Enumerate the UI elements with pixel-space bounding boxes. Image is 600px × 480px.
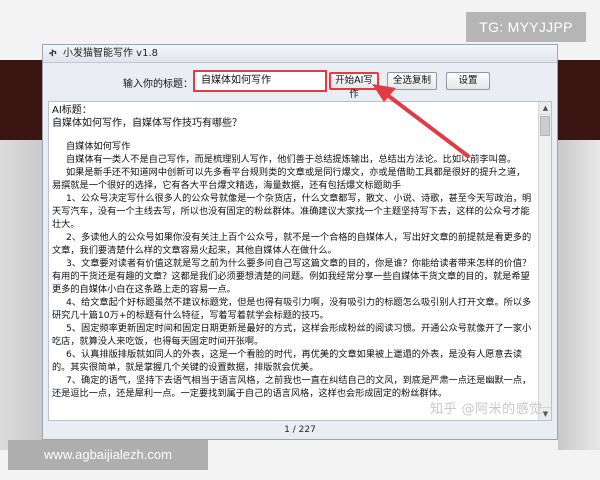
tg-tag-overlay: TG: MYYJJPP [466, 12, 586, 42]
article-paragraph: 5、固定频率更新固定时间和固定日期更新是最好的方式，这样会形成粉丝的阅读习惯。开… [52, 323, 532, 347]
article-editor[interactable]: AI标题： 自媒体如何写作，自媒体写作技巧有哪些？ 自媒体如何写作 自媒体有一类… [48, 101, 552, 421]
window-title: 小发猫智能写作 v1.8 [63, 48, 158, 59]
app-logo-icon: ኯ [49, 48, 57, 59]
toolbar: 输入你的标题： 自媒体如何写作 开始AI写作 全选复制 设置 [43, 63, 557, 101]
article-paragraph: 6、认真排版排版就如同人的外表，这是一个看脸的时代，再优美的文章如果被上邋遢的外… [52, 349, 523, 373]
settings-button[interactable]: 设置 [446, 72, 490, 90]
article-paragraph: 自媒体有一类人不是自己写作，而是梳理别人写作，他们善于总结提炼输出，总结出方法论… [66, 154, 517, 165]
ai-title-label: AI标题： [52, 105, 92, 116]
article-paragraph: 7、确定的语气，坚持下去语气相当于语言风格，之前我也一直在纠结自己的文风，到底是… [52, 375, 532, 399]
vertical-scrollbar[interactable]: ▲ ▼ [538, 102, 551, 420]
scroll-up-arrow-icon[interactable]: ▲ [539, 102, 551, 115]
article-content: AI标题： 自媒体如何写作，自媒体写作技巧有哪些？ 自媒体如何写作 自媒体有一类… [52, 104, 532, 418]
zhihu-watermark: 知乎 @阿米的感觉 [430, 402, 543, 417]
start-ai-writing-button[interactable]: 开始AI写作 [329, 72, 379, 100]
frame-right-edge [558, 60, 600, 450]
scrollbar-thumb[interactable] [540, 116, 550, 136]
frame-left-edge [0, 60, 42, 450]
article-title: 自媒体如何写作 [66, 141, 131, 152]
article-paragraph: 如果是新手还不知道网中创新可以先多看平台规则类的文章或是同行爆文，亦或是借助工具… [52, 167, 526, 191]
url-tag-overlay: www.agbaijialezh.com [8, 440, 208, 470]
article-paragraph: 2、多读他人的公众号如果你没有关注上百个公众号，就不是一个合格的自媒体人，写出好… [52, 232, 532, 256]
title-input-label: 输入你的标题： [123, 79, 193, 90]
article-paragraph: 3、文章要对读者有价值这就是写之前为什么要多问自己写这篇文章的目的，你是谁？你能… [52, 258, 532, 295]
article-paragraph: 4、给文章起个好标题虽然不建议标题党，但是也得有吸引力啊，没有吸引力的标题怎么吸… [52, 297, 532, 321]
select-all-copy-button[interactable]: 全选复制 [387, 72, 437, 90]
ai-title-text: 自媒体如何写作，自媒体写作技巧有哪些？ [52, 118, 242, 129]
app-window: ኯ 小发猫智能写作 v1.8 输入你的标题： 自媒体如何写作 开始AI写作 全选… [42, 44, 558, 440]
article-paragraph: 1、公众号决定写什么很多人的公众号就像是一个杂货店，什么文章都写，散文、小说、诗… [52, 193, 532, 230]
page-indicator: 1 / 227 [284, 425, 316, 435]
title-input[interactable]: 自媒体如何写作 [193, 70, 327, 92]
title-bar: ኯ 小发猫智能写作 v1.8 [43, 45, 557, 63]
